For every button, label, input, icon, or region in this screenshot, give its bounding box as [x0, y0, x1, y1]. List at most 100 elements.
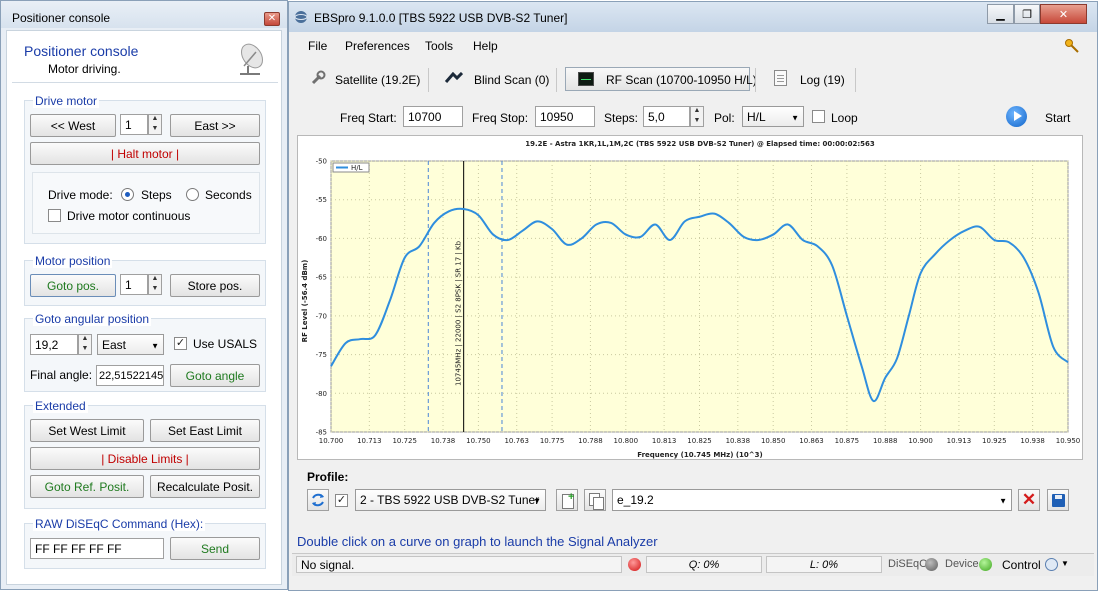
pol-select-value: H/L	[747, 109, 766, 124]
control-globe-icon[interactable]	[1045, 558, 1058, 571]
status-message-text: No signal.	[301, 557, 355, 572]
tuner-select[interactable]: 2 - TBS 5922 USB DVB-S2 Tuner ▼	[355, 489, 546, 511]
rf-chart[interactable]: 19.2E - Astra 1KR,1L,1M,2C (TBS 5922 USB…	[298, 136, 1082, 459]
store-pos-button[interactable]: Store pos.	[170, 274, 260, 297]
halt-motor-button[interactable]: | Halt motor |	[30, 142, 260, 165]
steps-input[interactable]: 5,0	[643, 106, 690, 127]
menu-help[interactable]: Help	[473, 39, 498, 53]
positioner-header-title: Positioner console	[24, 43, 139, 59]
pol-select[interactable]: H/L ▼	[742, 106, 804, 127]
position-number-spinner[interactable]: ▲ ▼	[148, 274, 162, 295]
set-east-limit-button[interactable]: Set East Limit	[150, 419, 260, 442]
west-button[interactable]: << West	[30, 114, 116, 137]
east-button[interactable]: East >>	[170, 114, 260, 137]
x-tick-label: 10.925	[982, 437, 1007, 445]
minimize-button[interactable]: ▁	[987, 4, 1014, 24]
chevron-down-icon[interactable]: ▼	[1061, 559, 1069, 568]
disable-limits-button[interactable]: | Disable Limits |	[30, 447, 260, 470]
chevron-down-icon: ▼	[999, 496, 1007, 506]
x-tick-label: 10.788	[578, 437, 603, 445]
positioner-window-title: Positioner console	[12, 11, 111, 25]
raw-command-input[interactable]: FF FF FF FF FF	[30, 538, 164, 559]
legend-label: H/L	[351, 164, 363, 172]
set-west-limit-button[interactable]: Set West Limit	[30, 419, 144, 442]
new-profile-icon[interactable]: +	[556, 489, 578, 511]
goto-ref-posit-button[interactable]: Goto Ref. Posit.	[30, 475, 144, 498]
delete-icon[interactable]: ✕	[1018, 489, 1040, 511]
diseqc-label: DiSEqC	[888, 558, 928, 570]
chevron-down-icon: ▼	[791, 112, 799, 122]
steps-label: Steps:	[604, 111, 639, 125]
x-tick-label: 10.938	[1020, 437, 1045, 445]
window-close-button[interactable]: ✕	[1040, 4, 1087, 24]
close-icon[interactable]: ✕	[264, 12, 280, 26]
drive-continuous-label: Drive motor continuous	[67, 209, 191, 223]
tab-rf-scan[interactable]: RF Scan (10700-10950 H/L)	[606, 73, 757, 87]
use-usals-checkbox[interactable]: ✓	[174, 337, 187, 350]
tab-separator	[855, 68, 856, 92]
menu-preferences[interactable]: Preferences	[345, 39, 410, 53]
log-icon	[774, 70, 787, 86]
goto-angular-title: Goto angular position	[33, 312, 152, 326]
goto-pos-button[interactable]: Goto pos.	[30, 274, 116, 297]
save-icon[interactable]	[1047, 489, 1069, 511]
x-tick-label: 10.813	[652, 437, 677, 445]
maximize-button[interactable]: ❐	[1014, 4, 1040, 24]
freq-start-input[interactable]: 10700	[403, 106, 463, 127]
y-tick-label: -65	[316, 274, 327, 282]
steps-radio[interactable]	[121, 188, 134, 201]
steps-option-label: Steps	[141, 188, 172, 202]
send-button[interactable]: Send	[170, 537, 260, 560]
x-tick-label: 10.763	[504, 437, 529, 445]
x-tick-label: 10.888	[873, 437, 898, 445]
tab-log[interactable]: Log (19)	[800, 73, 845, 87]
wrench-icon	[310, 70, 326, 86]
steps-spinner[interactable]: ▲ ▼	[690, 106, 704, 127]
freq-start-label: Freq Start:	[340, 111, 397, 125]
rf-chart-frame[interactable]: 19.2E - Astra 1KR,1L,1M,2C (TBS 5922 USB…	[297, 135, 1083, 460]
profile-name-select[interactable]: e_19.2 ▼	[612, 489, 1012, 511]
freq-stop-label: Freq Stop:	[472, 111, 529, 125]
use-usals-label: Use USALS	[193, 337, 258, 351]
tab-blind-scan[interactable]: Blind Scan (0)	[474, 73, 549, 87]
copy-profile-icon[interactable]	[584, 489, 606, 511]
level-meter-text: L: 0%	[809, 558, 839, 571]
refresh-icon[interactable]	[307, 489, 329, 511]
menu-tools[interactable]: Tools	[425, 39, 453, 53]
control-label[interactable]: Control	[1002, 558, 1041, 572]
x-tick-label: 10.750	[466, 437, 491, 445]
level-meter: L: 0%	[766, 556, 882, 573]
start-label[interactable]: Start	[1045, 111, 1070, 125]
loop-checkbox[interactable]	[812, 110, 825, 123]
position-number-input[interactable]: 1	[120, 274, 148, 295]
x-tick-label: 10.775	[540, 437, 565, 445]
seconds-radio[interactable]	[186, 188, 199, 201]
goto-angle-button[interactable]: Goto angle	[170, 364, 260, 387]
play-icon[interactable]	[1006, 106, 1027, 127]
y-tick-label: -60	[316, 235, 327, 243]
drive-continuous-checkbox[interactable]	[48, 209, 61, 222]
status-message: No signal.	[296, 556, 622, 573]
loop-label: Loop	[831, 111, 858, 125]
key-icon[interactable]	[1064, 38, 1080, 54]
chevron-down-icon: ▼	[533, 496, 541, 506]
freq-stop-input[interactable]: 10950	[535, 106, 595, 127]
y-tick-label: -55	[316, 196, 327, 204]
direction-select[interactable]: East ▼	[97, 334, 164, 355]
final-angle-label: Final angle:	[30, 368, 93, 382]
x-tick-label: 10.713	[357, 437, 382, 445]
direction-select-value: East	[102, 337, 127, 352]
angle-input[interactable]: 19,2	[30, 334, 78, 355]
angle-spinner[interactable]: ▲ ▼	[78, 334, 92, 355]
diseqc-led-icon	[925, 558, 938, 571]
profile-enable-checkbox[interactable]: ✓	[335, 494, 348, 507]
drive-mode-panel	[32, 172, 260, 234]
menu-file[interactable]: File	[308, 39, 327, 53]
device-label: Device	[945, 558, 979, 570]
recalculate-posit-button[interactable]: Recalculate Posit.	[150, 475, 260, 498]
tab-satellite[interactable]: Satellite (19.2E)	[335, 73, 420, 87]
step-count-input[interactable]: 1	[120, 114, 148, 135]
x-tick-label: 10.725	[392, 437, 417, 445]
y-tick-label: -50	[316, 158, 327, 166]
step-count-spinner[interactable]: ▲ ▼	[148, 114, 162, 135]
